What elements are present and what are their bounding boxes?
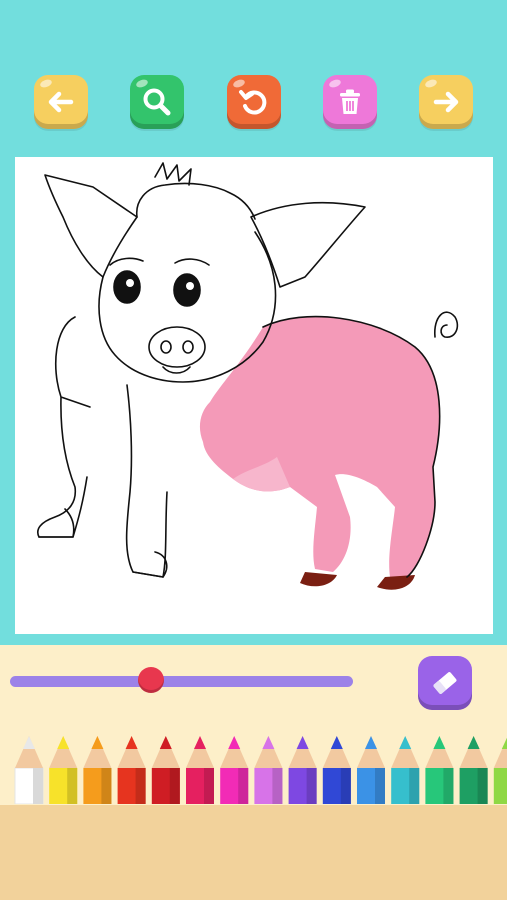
pencil-color-8[interactable] (254, 736, 283, 804)
pencil-color-5[interactable] (151, 736, 180, 804)
color-palette (0, 722, 507, 805)
pencil-color-9[interactable] (288, 736, 317, 804)
pencil-color-7[interactable] (220, 736, 249, 804)
pencil-color-1[interactable] (14, 736, 44, 805)
clear-button[interactable] (323, 75, 377, 129)
pencil-color-12[interactable] (391, 736, 420, 804)
arrow-left-icon (48, 91, 74, 113)
pencil-color-10[interactable] (322, 736, 351, 804)
pencil-color-13[interactable] (425, 736, 454, 804)
pencil-color-6[interactable] (186, 736, 214, 804)
arrow-right-icon (433, 91, 459, 113)
pencil-color-2[interactable] (49, 736, 78, 804)
back-button[interactable] (34, 75, 88, 129)
next-button[interactable] (419, 75, 473, 129)
eraser-button[interactable] (418, 656, 472, 710)
undo-icon (239, 90, 267, 115)
eraser-icon (433, 672, 457, 694)
pencil-color-3[interactable] (83, 736, 112, 804)
panel-footer (0, 805, 507, 900)
toolbar (0, 0, 507, 155)
pig-drawing (37, 162, 459, 590)
coloring-canvas[interactable] (15, 157, 493, 634)
pencil-color-14[interactable] (459, 736, 488, 804)
pencil-color-11[interactable] (357, 736, 385, 804)
pencil-color-4[interactable] (117, 736, 146, 804)
pig-body-colored (199, 316, 440, 590)
zoom-button[interactable] (130, 75, 184, 129)
brush-size-thumb[interactable] (137, 667, 164, 693)
trash-icon (340, 89, 360, 114)
magnifier-icon (143, 88, 171, 116)
pencil-color-15[interactable] (493, 736, 507, 804)
undo-button[interactable] (227, 75, 281, 129)
brush-size-slider[interactable] (10, 676, 353, 687)
